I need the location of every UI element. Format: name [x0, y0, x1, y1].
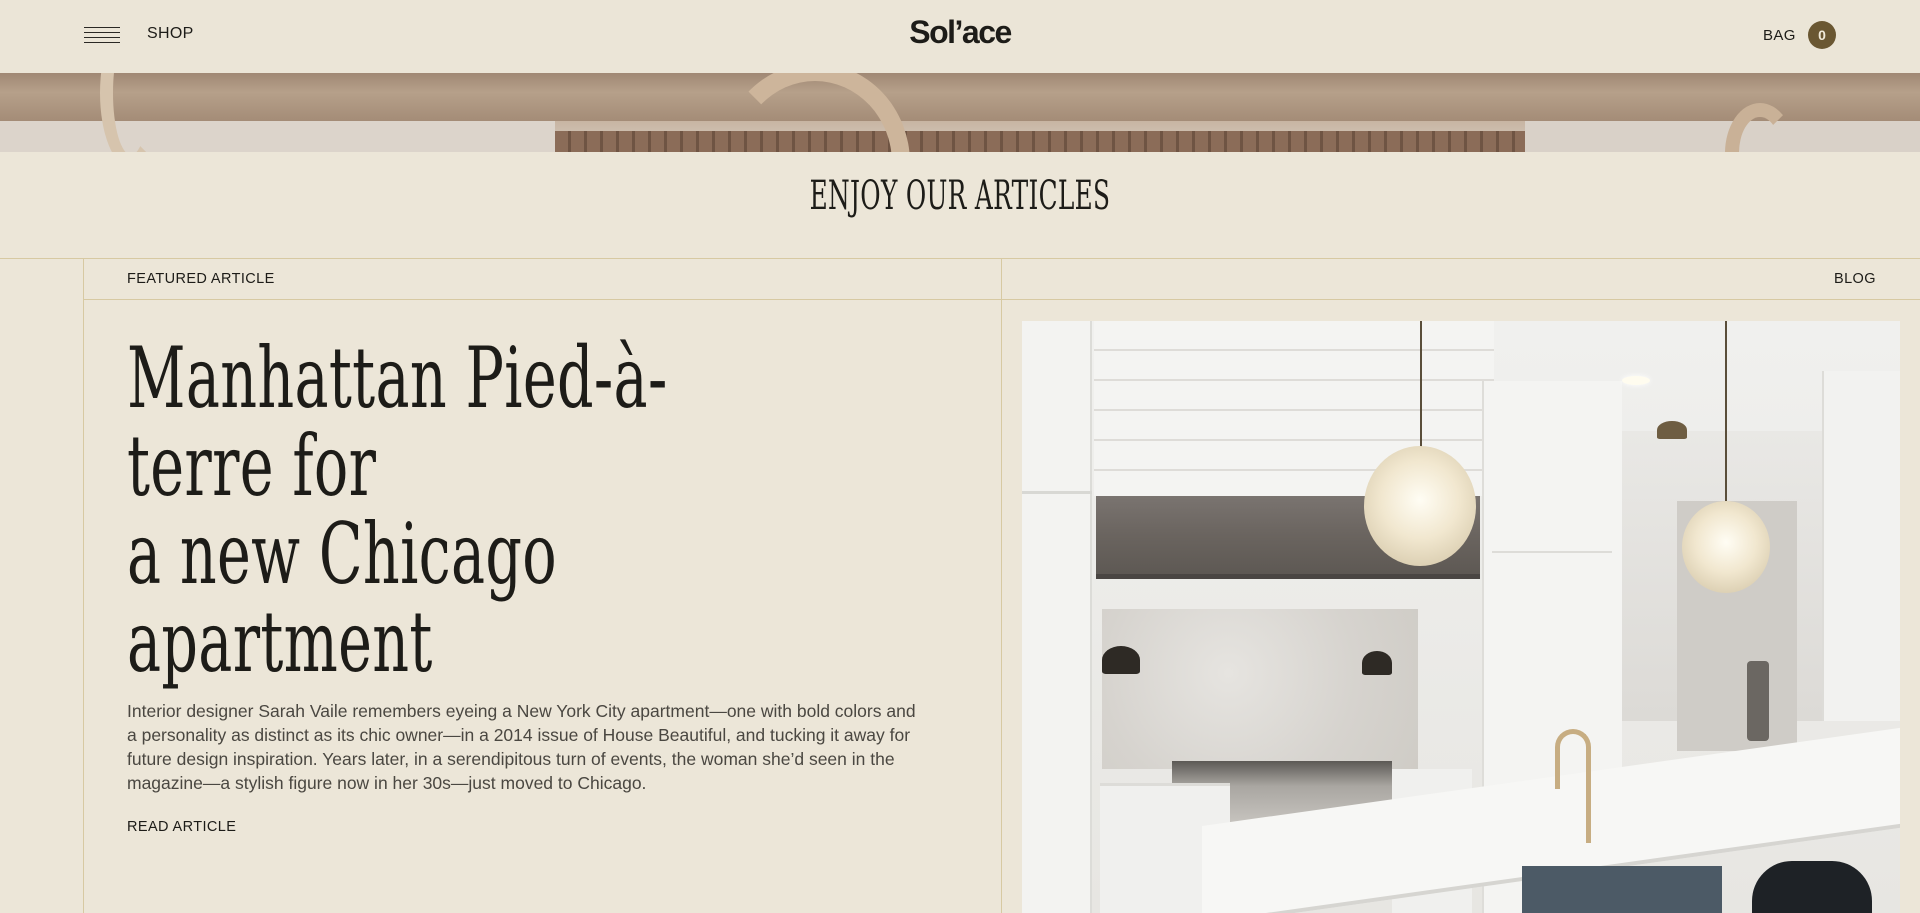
site-header: SHOP Sol’ace BAG 0 [0, 0, 1920, 73]
divider [1001, 258, 1002, 913]
headline-line-1: Manhattan Pied-à-terre for [127, 329, 668, 515]
divider [83, 258, 84, 913]
divider [0, 258, 1920, 259]
headline-line-2: a new Chicago apartment [127, 505, 558, 691]
hero-banner-image [0, 73, 1920, 152]
bag-link[interactable]: BAG [1763, 27, 1796, 44]
article-headline[interactable]: Manhattan Pied-à-terre for a new Chicago… [127, 334, 807, 686]
read-article-link[interactable]: READ ARTICLE [127, 819, 236, 835]
bag-count-badge[interactable]: 0 [1808, 21, 1836, 49]
featured-article-label: FEATURED ARTICLE [127, 271, 275, 287]
article-image[interactable] [1022, 321, 1900, 913]
article-excerpt: Interior designer Sarah Vaile remembers … [127, 701, 916, 793]
section-title: ENJOY OUR ARTICLES [809, 173, 1111, 219]
category-link-blog[interactable]: BLOG [1834, 271, 1876, 287]
brand-logo[interactable]: Sol’ace [0, 14, 1920, 51]
